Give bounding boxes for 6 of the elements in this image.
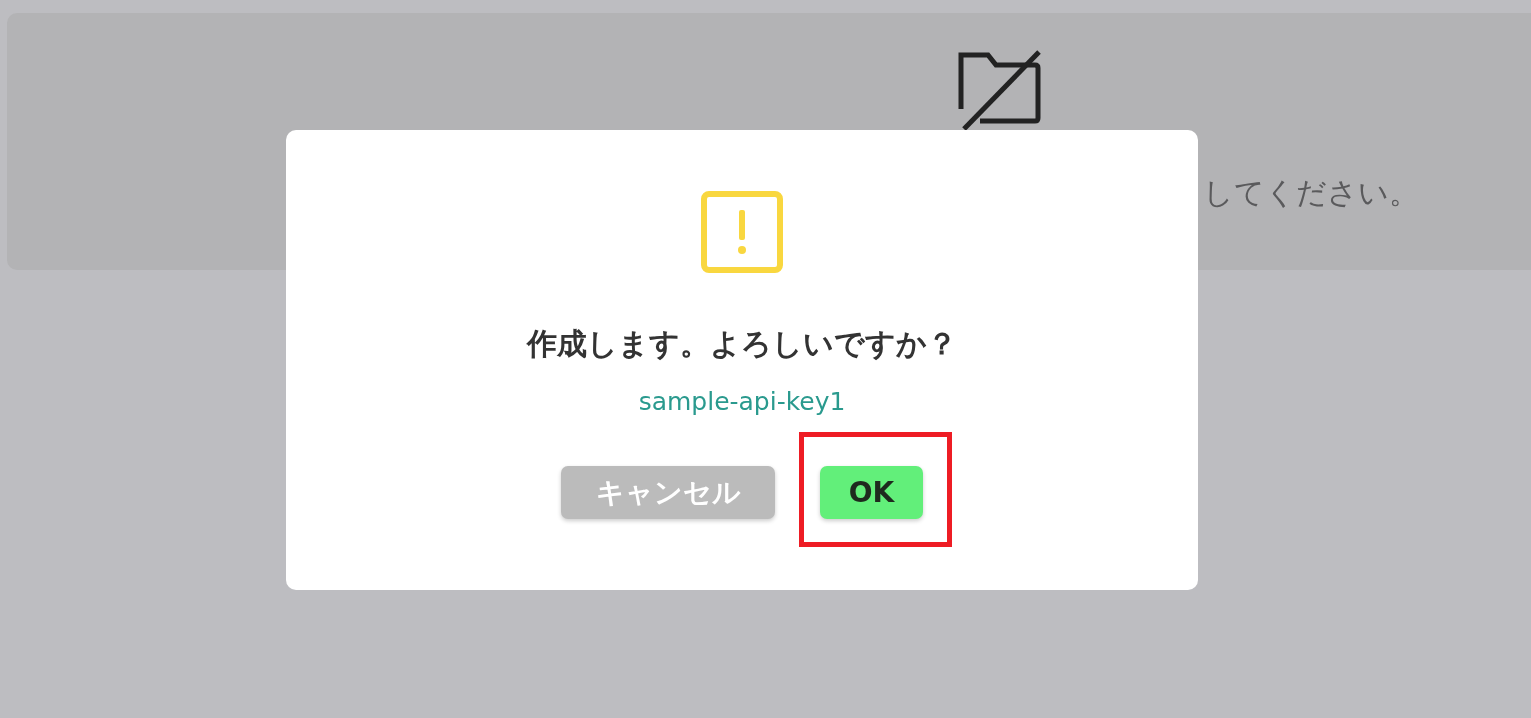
api-key-name: sample-api-key1: [638, 387, 846, 416]
folder-off-icon: [958, 49, 1042, 131]
empty-message: してください。: [1203, 174, 1419, 212]
ok-button[interactable]: OK: [820, 466, 923, 519]
dialog-title: 作成します。よろしいですか？: [527, 325, 957, 363]
warning-icon: [700, 190, 784, 274]
